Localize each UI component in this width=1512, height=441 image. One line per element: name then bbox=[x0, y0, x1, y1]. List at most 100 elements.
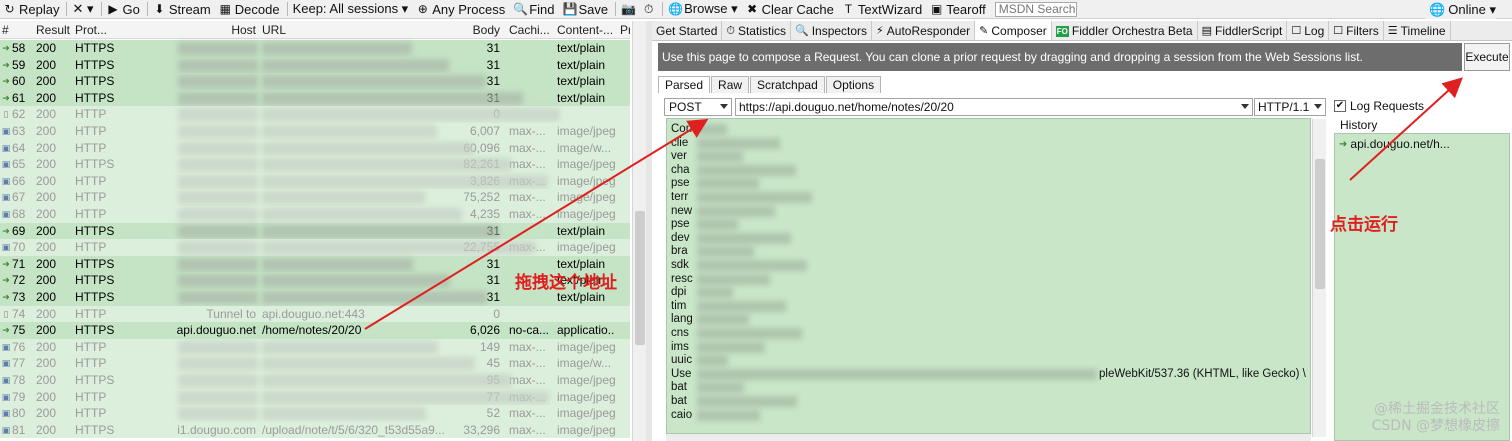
tab-timeline[interactable]: ☰ Timeline bbox=[1384, 21, 1451, 40]
cell-ctype: image/jpeg bbox=[557, 124, 615, 138]
redacted-header-value bbox=[697, 205, 775, 217]
table-row[interactable]: ▣ 81 200 HTTPS i1.douguo.com/upload/note/t/5… bbox=[0, 421, 630, 439]
header-line: dev bbox=[671, 231, 690, 244]
redacted-header-value bbox=[697, 355, 728, 367]
cell-result: 200 bbox=[36, 124, 57, 138]
subtab-raw[interactable]: Raw bbox=[711, 76, 750, 93]
request-headers-editor[interactable]: Con clie ver cha pse terr new pse dev bra sdk resc d… bbox=[666, 118, 1311, 434]
tab-fiddlerscript[interactable]: ▤ FiddlerScript bbox=[1198, 21, 1288, 40]
column-header-cachi[interactable]: Cachi... bbox=[509, 21, 555, 39]
table-row[interactable]: ➜69200HTTPS31text/plain bbox=[0, 222, 630, 240]
tab-get-started[interactable]: Get Started bbox=[652, 21, 723, 40]
tab-filters[interactable]: ☐ Filters bbox=[1329, 21, 1384, 40]
table-row[interactable]: ▣70200HTTP22,755max-...image/jpeg bbox=[0, 239, 630, 256]
table-row[interactable]: ➜ 60 200 HTTPS 31 text/plain bbox=[0, 73, 630, 90]
column-header-prot[interactable]: Prot... bbox=[75, 21, 135, 39]
subtab-scratchpad[interactable]: Scratchpad bbox=[750, 76, 825, 93]
table-row[interactable]: ▣66200HTTP3,826max-...image/jpeg bbox=[0, 172, 630, 190]
toolbar-icon-11: 🌐 bbox=[668, 1, 684, 16]
toolbar-button-save[interactable]: 💾 Save bbox=[560, 0, 614, 18]
sessions-scrollbar[interactable] bbox=[632, 21, 646, 441]
column-header-host[interactable]: Host bbox=[160, 21, 256, 39]
toolbar-button-clear-cache[interactable]: ✖ Clear Cache bbox=[743, 0, 839, 18]
redacted-host bbox=[178, 340, 258, 354]
headers-scrollbar-thumb[interactable] bbox=[1315, 159, 1325, 289]
cell-result: 200 bbox=[36, 356, 57, 371]
cell-host: api.douguo.net bbox=[176, 323, 256, 338]
table-row[interactable]: ▣ 63 200 HTTP 6,007 max-... image/jpeg bbox=[0, 123, 630, 140]
redacted-url bbox=[262, 241, 536, 255]
toolbar-button-item[interactable]: ⏱ bbox=[639, 0, 660, 18]
sessions-scrollbar-thumb[interactable] bbox=[635, 211, 645, 345]
column-header-item[interactable]: # bbox=[2, 21, 36, 39]
tab-fiddler-orchestra-beta[interactable]: FO Fiddler Orchestra Beta bbox=[1052, 21, 1198, 40]
online-status-button[interactable]: 🌐 Online ▾ bbox=[1425, 0, 1496, 19]
tab-log[interactable]: ☐ Log bbox=[1287, 21, 1330, 40]
column-header-result[interactable]: Result bbox=[36, 21, 76, 39]
column-header-pr[interactable]: Pr bbox=[620, 21, 630, 39]
toolbar-button-go[interactable]: ▶ Go bbox=[104, 0, 145, 18]
cell-result: 200 bbox=[36, 306, 57, 321]
redacted-header-value bbox=[697, 368, 1097, 380]
headers-horizontal-scrollbar[interactable] bbox=[666, 434, 1311, 441]
column-header-content[interactable]: Content-... bbox=[557, 21, 615, 39]
table-row[interactable]: ▣ 64 200 HTTP 60,096 max-... image/w... bbox=[0, 139, 630, 157]
checkbox-icon[interactable]: ✔ bbox=[1334, 100, 1346, 112]
table-row[interactable]: ➜ 75 200 HTTPS api.douguo.net/home/notes/20/… bbox=[0, 322, 630, 339]
cell-num: 65 bbox=[12, 157, 26, 172]
headers-scrollbar[interactable] bbox=[1312, 119, 1326, 437]
log-requests-toggle[interactable]: ✔ Log Requests bbox=[1334, 98, 1424, 114]
execute-button[interactable]: Execute bbox=[1464, 43, 1510, 71]
method-select[interactable]: POST bbox=[664, 98, 732, 116]
tab-composer[interactable]: ✎ Composer bbox=[975, 21, 1052, 40]
redacted-host bbox=[178, 241, 258, 255]
table-row[interactable]: ▣ 80 200 HTTP 52 max-... image/jpeg bbox=[0, 405, 630, 422]
table-row[interactable]: ▣ 67 200 HTTP 75,252 max-... image/jpeg bbox=[0, 189, 630, 206]
table-row[interactable]: ▣79200HTTP77max-...image/jpeg bbox=[0, 388, 630, 406]
header-line: clie bbox=[671, 136, 689, 149]
subtab-options[interactable]: Options bbox=[825, 76, 882, 93]
cell-num: 60 bbox=[12, 74, 26, 89]
toolbar-icon-12: ✖ bbox=[747, 1, 758, 16]
redacted-url bbox=[262, 174, 548, 188]
cell-ctype: text/plain bbox=[557, 41, 606, 55]
http-version-select[interactable]: HTTP/1.1 bbox=[1254, 98, 1326, 116]
tab-autoresponder[interactable]: ⚡ AutoResponder bbox=[872, 21, 976, 40]
toolbar-button-textwizard[interactable]: T TextWizard bbox=[839, 0, 927, 18]
history-item[interactable]: ➜ api.douguo.net/h... bbox=[1339, 137, 1450, 151]
cell-prot: HTTP bbox=[75, 190, 107, 205]
cell-num: 64 bbox=[12, 140, 26, 155]
toolbar-separator bbox=[66, 2, 68, 16]
toolbar-button-keep-all-sessions[interactable]: Keep: All sessions ▾ bbox=[290, 0, 414, 18]
toolbar-button-find[interactable]: 🔍 Find bbox=[510, 0, 559, 18]
column-header-body[interactable]: Body bbox=[440, 21, 500, 39]
toolbar-button-replay[interactable]: ↻ Replay bbox=[0, 0, 64, 18]
tab-statistics[interactable]: ⏱ Statistics bbox=[722, 21, 791, 40]
table-row[interactable]: ▣78200HTTPS95max-...image/jpeg bbox=[0, 372, 630, 389]
column-header-url[interactable]: URL bbox=[262, 21, 462, 39]
toolbar-button-any-process[interactable]: ⊕ Any Process bbox=[413, 0, 510, 18]
toolbar-button-item[interactable]: ✕ ▾ bbox=[69, 0, 98, 18]
table-row[interactable]: ➜ 59 200 HTTPS 31 text/plain bbox=[0, 56, 630, 74]
table-row[interactable]: ▯ 74 200 HTTP Tunnel to api.douguo.net:443 0 bbox=[0, 305, 630, 323]
subtab-parsed[interactable]: Parsed bbox=[658, 76, 711, 93]
table-row[interactable]: ➜61200HTTPS31text/plain bbox=[0, 89, 630, 107]
table-row[interactable]: ▣ 76 200 HTTP 149 max-... image/jpeg bbox=[0, 338, 630, 356]
tab-label: Get Started bbox=[656, 24, 718, 38]
toolbar-button-browse[interactable]: 🌐 Browse ▾ bbox=[665, 0, 743, 18]
toolbar-button-tearoff[interactable]: ▣ Tearoff bbox=[927, 0, 991, 18]
toolbar-button-decode[interactable]: ▦ Decode bbox=[216, 0, 285, 18]
msdn-search-input[interactable]: MSDN Search bbox=[994, 1, 1077, 17]
toolbar-button-item[interactable]: 📷 bbox=[618, 0, 639, 18]
table-row[interactable]: ▣65200HTTPS82,261max-...image/jpeg bbox=[0, 156, 630, 173]
url-input[interactable]: https://api.douguo.net/home/notes/20/20 bbox=[735, 98, 1253, 116]
cell-num: 80 bbox=[12, 406, 26, 421]
table-row[interactable]: ▣ 77 200 HTTP 45 max-... image/w... bbox=[0, 355, 630, 372]
cell-body: 31 bbox=[486, 57, 500, 72]
toolbar-button-stream[interactable]: ⬇ Stream bbox=[150, 0, 216, 18]
table-row[interactable]: ▯62200HTTP0 bbox=[0, 106, 630, 123]
table-row[interactable]: ➜ 58 200 HTTPS 31 text/plain bbox=[0, 40, 630, 57]
tab-inspectors[interactable]: 🔍 Inspectors bbox=[791, 21, 873, 40]
table-row[interactable]: ▣ 68 200 HTTP 4,235 max-... image/jpeg bbox=[0, 206, 630, 223]
cell-prot: HTTP bbox=[75, 406, 107, 421]
